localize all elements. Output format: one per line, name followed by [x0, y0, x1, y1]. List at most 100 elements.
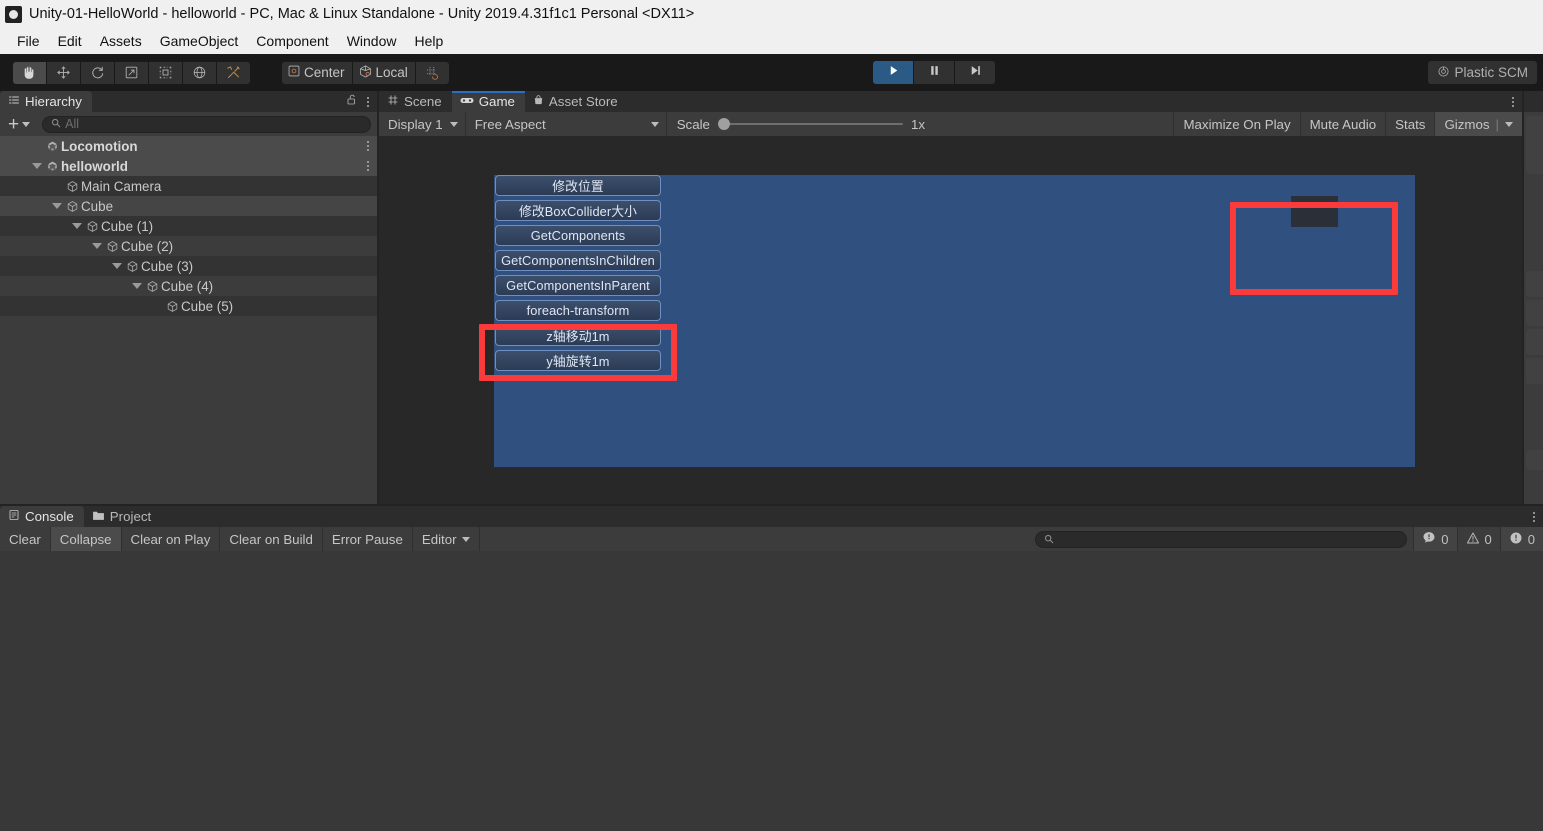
- hierarchy-add-button[interactable]: +: [6, 115, 32, 134]
- handle-rotation-button[interactable]: Local: [352, 61, 415, 84]
- hierarchy-search-input[interactable]: All: [42, 115, 371, 133]
- chevron-down-icon[interactable]: [50, 203, 63, 209]
- menu-window[interactable]: Window: [338, 31, 406, 51]
- game-button-6[interactable]: foreach-transform: [495, 300, 661, 321]
- error-count[interactable]: 0: [1499, 527, 1543, 551]
- panel-divider[interactable]: [377, 91, 379, 504]
- inspector-row[interactable]: [1526, 116, 1543, 174]
- error-icon: [1509, 531, 1523, 548]
- clear-button[interactable]: Clear: [0, 527, 51, 551]
- inspector-row[interactable]: [1526, 198, 1543, 268]
- hierarchy-item-cube-3[interactable]: Cube (3): [0, 256, 377, 276]
- title-bar: Unity-01-HelloWorld - helloworld - PC, M…: [0, 0, 1543, 28]
- aspect-dropdown[interactable]: Free Aspect: [465, 112, 667, 136]
- game-render-surface[interactable]: 修改位置修改BoxCollider大小 GetComponents GetCompo…: [494, 175, 1415, 467]
- pivot-mode-button[interactable]: Center: [282, 61, 352, 84]
- hierarchy-panel: Hierarchy + All Locomotion helloworld Ma…: [0, 91, 377, 504]
- hierarchy-item-cube-5[interactable]: Cube (5): [0, 296, 377, 316]
- menu-edit[interactable]: Edit: [49, 31, 91, 51]
- display-dropdown[interactable]: Display 1: [379, 112, 466, 136]
- inspector-row[interactable]: [1526, 329, 1543, 355]
- menu-component[interactable]: Component: [247, 31, 337, 51]
- clear-on-build-button[interactable]: Clear on Build: [220, 527, 323, 551]
- chevron-down-icon[interactable]: [110, 263, 123, 269]
- gameobject-icon: [123, 260, 141, 273]
- error-pause-button[interactable]: Error Pause: [323, 527, 413, 551]
- hierarchy-item-menu-icon[interactable]: [367, 141, 369, 151]
- tab-game[interactable]: Game: [451, 91, 526, 112]
- lock-open-icon[interactable]: [346, 93, 358, 111]
- game-button-3[interactable]: GetComponents: [495, 225, 661, 246]
- menu-gameobject[interactable]: GameObject: [151, 31, 248, 51]
- folder-icon: [92, 509, 105, 524]
- move-tool-button[interactable]: [47, 61, 80, 84]
- gizmos-toggle[interactable]: Gizmos |: [1434, 112, 1522, 136]
- plastic-scm-button[interactable]: Plastic SCM: [1428, 61, 1537, 84]
- chevron-down-icon[interactable]: [90, 243, 103, 249]
- chevron-down-icon[interactable]: [130, 283, 143, 289]
- inspector-row[interactable]: [1526, 450, 1543, 470]
- info-count[interactable]: 0: [1413, 527, 1457, 551]
- panel-divider[interactable]: [1522, 91, 1524, 504]
- step-button[interactable]: [955, 61, 995, 84]
- custom-tool-button[interactable]: [217, 61, 250, 84]
- game-button-7[interactable]: z轴移动1m: [495, 325, 661, 346]
- console-menu-icon[interactable]: [1533, 511, 1535, 522]
- tab-scene-label: Scene: [404, 94, 442, 109]
- editor-dropdown-label: Editor: [421, 531, 457, 547]
- menu-help[interactable]: Help: [405, 31, 452, 51]
- tab-asset-store-label: Asset Store: [548, 94, 618, 109]
- mute-audio-toggle[interactable]: Mute Audio: [1299, 112, 1386, 136]
- chevron-down-icon[interactable]: [70, 223, 83, 229]
- rotate-tool-button[interactable]: [81, 61, 114, 84]
- warning-count[interactable]: 0: [1456, 527, 1500, 551]
- tab-asset-store[interactable]: Asset Store: [525, 91, 628, 112]
- editor-dropdown[interactable]: Editor: [413, 527, 480, 551]
- inspector-row[interactable]: [1526, 387, 1543, 447]
- game-button-8[interactable]: y轴旋转1m: [495, 350, 661, 371]
- hierarchy-item-cube-1[interactable]: Cube (1): [0, 216, 377, 236]
- game-button-4[interactable]: GetComponentsInChildren: [495, 250, 661, 271]
- hierarchy-item-cube-4[interactable]: Cube (4): [0, 276, 377, 296]
- inspector-row[interactable]: [1526, 177, 1543, 195]
- tab-scene[interactable]: Scene: [379, 91, 452, 112]
- scale-tool-button[interactable]: [115, 61, 148, 84]
- hand-tool-button[interactable]: [13, 61, 46, 84]
- menu-assets[interactable]: Assets: [91, 31, 151, 51]
- collapse-button[interactable]: Collapse: [50, 527, 122, 551]
- hierarchy-item-locomotion[interactable]: Locomotion: [0, 136, 377, 156]
- rect-tool-button[interactable]: [149, 61, 182, 84]
- clear-on-play-button[interactable]: Clear on Play: [122, 527, 221, 551]
- hierarchy-item-cube[interactable]: Cube: [0, 196, 377, 216]
- inspector-tabrow[interactable]: [1524, 91, 1543, 112]
- stats-toggle[interactable]: Stats: [1385, 112, 1434, 136]
- hierarchy-item-helloworld[interactable]: helloworld: [0, 156, 377, 176]
- game-button-5[interactable]: GetComponentsInParent: [495, 275, 661, 296]
- console-search-input[interactable]: [1035, 530, 1408, 548]
- tab-hierarchy[interactable]: Hierarchy: [0, 91, 92, 112]
- tab-project[interactable]: Project: [84, 506, 161, 527]
- panel-divider-horizontal[interactable]: [0, 504, 1543, 506]
- game-button-2[interactable]: 修改BoxCollider大小: [495, 200, 661, 221]
- inspector-row[interactable]: [1526, 300, 1543, 326]
- chevron-down-icon[interactable]: [30, 163, 43, 169]
- gameview-menu-icon[interactable]: [1512, 96, 1514, 107]
- grid-snap-button[interactable]: [415, 61, 449, 84]
- scale-slider-knob[interactable]: [717, 118, 730, 130]
- transform-tool-button[interactable]: [183, 61, 216, 84]
- hierarchy-item-main-camera[interactable]: Main Camera: [0, 176, 377, 196]
- game-button-1[interactable]: 修改位置: [495, 175, 661, 196]
- hierarchy-menu-icon[interactable]: [367, 96, 369, 107]
- inspector-row[interactable]: [1526, 358, 1543, 384]
- hierarchy-item-menu-icon[interactable]: [367, 161, 369, 171]
- console-message-list[interactable]: [0, 551, 1543, 831]
- tab-console[interactable]: Console: [0, 506, 84, 527]
- inspector-row[interactable]: [1526, 271, 1543, 297]
- maximize-on-play-toggle[interactable]: Maximize On Play: [1173, 112, 1299, 136]
- pause-button[interactable]: [914, 61, 954, 84]
- menu-file[interactable]: File: [8, 31, 49, 51]
- play-button[interactable]: [873, 61, 913, 84]
- game-canvas[interactable]: 修改位置修改BoxCollider大小 GetComponents GetCompo…: [379, 136, 1522, 525]
- hierarchy-item-cube-2[interactable]: Cube (2): [0, 236, 377, 256]
- scale-slider[interactable]: [717, 117, 903, 131]
